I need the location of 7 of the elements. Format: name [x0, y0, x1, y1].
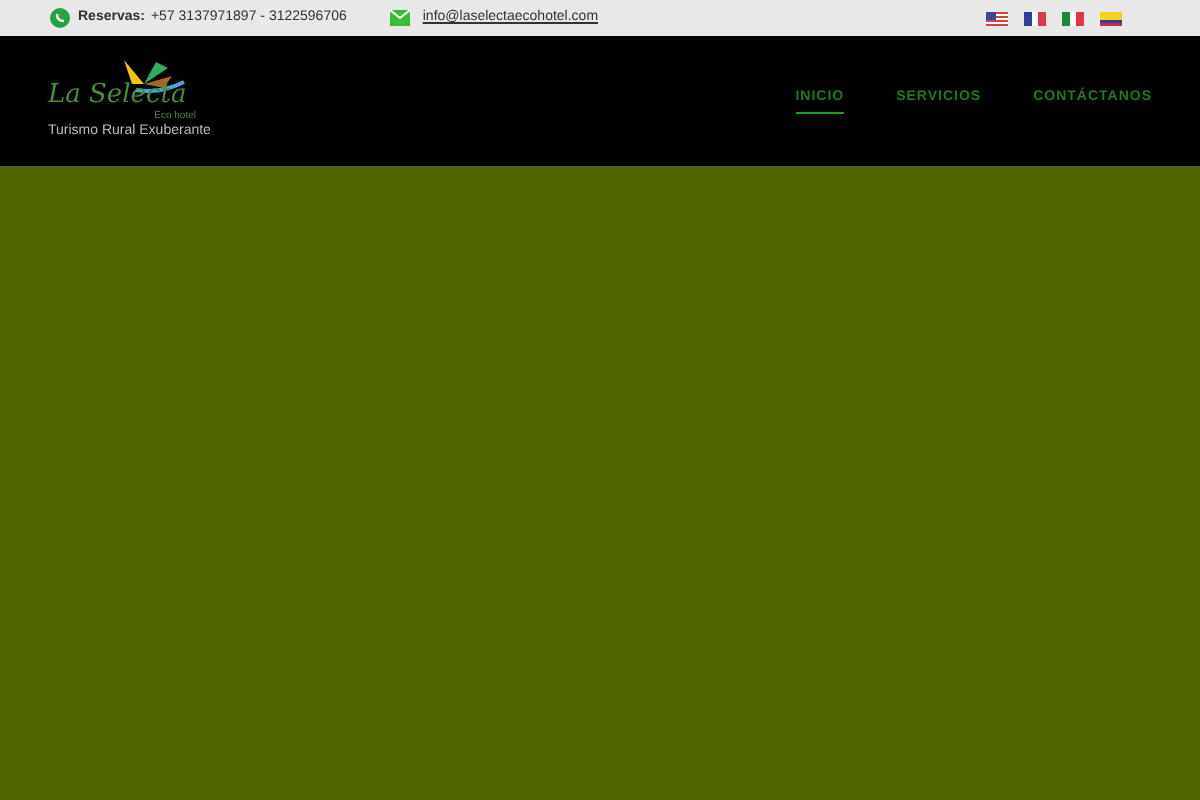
france-flag-icon[interactable] — [1024, 11, 1046, 25]
logo-name: La Selecta — [48, 82, 187, 111]
envelope-icon — [390, 10, 411, 26]
italy-flag-icon[interactable] — [1062, 11, 1084, 25]
usa-flag-icon[interactable] — [986, 11, 1008, 25]
whatsapp-icon — [50, 8, 70, 28]
colombia-flag-icon[interactable] — [1100, 11, 1122, 25]
